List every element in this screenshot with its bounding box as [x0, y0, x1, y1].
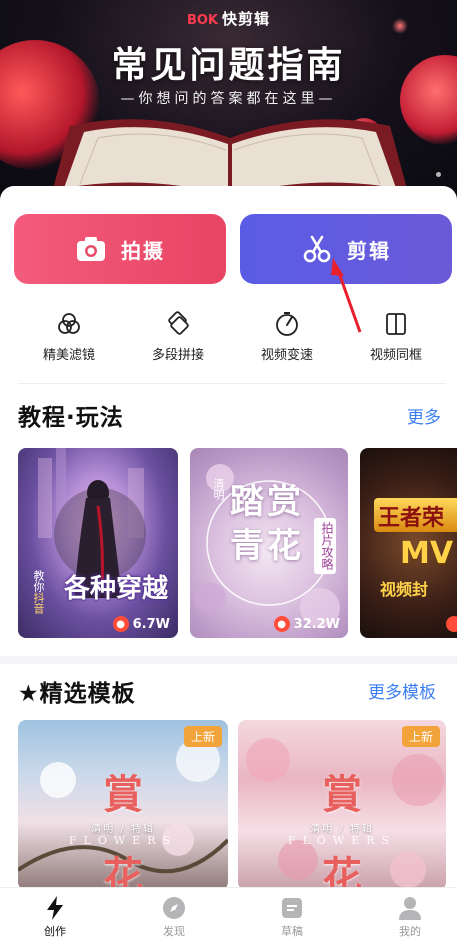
card-title: 各种穿越 [64, 574, 169, 604]
section-separator [0, 656, 457, 664]
speed-icon [273, 310, 301, 338]
view-count: ● 6.7W [112, 616, 170, 632]
tutorials-title: 教程·玩法 [18, 405, 124, 431]
templates-title: ★精选模板 [18, 681, 136, 707]
card-title: 王者荣 [378, 506, 445, 531]
banner-subtitle: —你想问的答案都在这里— [120, 91, 337, 107]
card-subtitle: MV [400, 536, 454, 571]
template-char: 花 [322, 853, 362, 890]
tutorial-card[interactable]: 王者荣 MV 视频封 [360, 448, 457, 638]
tool-label: 精美滤镜 [42, 348, 95, 363]
carousel-indicator [436, 172, 441, 177]
nav-profile[interactable]: 我的 [370, 896, 450, 939]
template-char: 賞 [322, 771, 362, 818]
compass-icon [162, 896, 186, 920]
tool-label: 视频变速 [260, 348, 313, 363]
template-char: 花 [103, 853, 143, 890]
card-tag: 拍片攻略 [314, 518, 336, 574]
template-card[interactable]: 上新 賞 清明 / 特辑 FLOWERS 花 [18, 720, 228, 890]
bottom-nav: 创作 发现 草稿 我的 [0, 887, 457, 941]
brand-name: 快剪辑 [222, 10, 271, 28]
splice-icon [164, 310, 192, 338]
new-badge: 上新 [183, 726, 222, 747]
banner-title: 常见问题指南 [111, 45, 346, 86]
card-caption: 视频封 [380, 580, 429, 599]
tool-speed[interactable]: 视频变速 [237, 310, 337, 363]
template-char: 賞 [103, 771, 143, 818]
nav-label: 我的 [399, 925, 421, 938]
tool-label: 视频同框 [369, 348, 422, 363]
template-card[interactable]: 上新 賞 清明 / 特辑 FLOWERS 花 [238, 720, 446, 890]
flame-icon: ● [112, 616, 129, 632]
draft-icon [280, 896, 304, 920]
card-title: 青花 [230, 526, 304, 566]
nav-label: 发现 [163, 925, 185, 938]
card-title: 踏赏 [230, 482, 304, 522]
tool-label: 多段拼接 [151, 348, 204, 363]
brand: BOK 快剪辑 [0, 8, 457, 29]
divider [18, 383, 446, 384]
split-frame-icon [382, 310, 410, 338]
edit-button[interactable]: 剪辑 [240, 214, 452, 284]
tool-row: 精美滤镜 多段拼接 视频变速 视频同框 [0, 310, 457, 370]
flame-icon: ● [273, 616, 290, 632]
flame-icon [446, 616, 457, 632]
nav-drafts[interactable]: 草稿 [252, 896, 332, 939]
nav-label: 草稿 [281, 925, 303, 938]
shoot-label: 拍摄 [121, 238, 165, 263]
scissors-icon [301, 233, 333, 265]
filter-icon [55, 310, 83, 338]
shoot-button[interactable]: 拍摄 [14, 214, 226, 284]
faq-banner[interactable]: BOK 快剪辑 常见问题指南 —你想问的答案都在这里— [0, 0, 457, 200]
lightning-icon [43, 896, 67, 920]
templates-more-link[interactable]: 更多模板 [368, 678, 436, 703]
nav-label: 创作 [44, 925, 66, 938]
tool-split-frame[interactable]: 视频同框 [346, 310, 446, 363]
nav-create[interactable]: 创作 [15, 896, 95, 939]
tutorial-card[interactable]: 教你抖音 各种穿越 ● 6.7W [18, 448, 178, 638]
template-subtitle: 清明 / 特辑 [310, 824, 374, 835]
tutorial-card[interactable]: 清明 踏赏 青花 拍片攻略 ● 32.2W [190, 448, 348, 638]
template-subtitle: 清明 / 特辑 [91, 824, 155, 835]
view-count: ● 32.2W [273, 616, 340, 632]
profile-icon [398, 896, 422, 920]
tutorials-more-link[interactable]: 更多 [407, 403, 441, 428]
new-badge: 上新 [401, 726, 440, 747]
card-kicker: 教你抖音 [32, 570, 45, 614]
tool-filter[interactable]: 精美滤镜 [19, 310, 119, 363]
card-kicker: 清明 [212, 478, 225, 500]
nav-discover[interactable]: 发现 [134, 896, 214, 939]
camera-icon [75, 233, 107, 265]
brand-logo: BOK [186, 13, 219, 28]
edit-label: 剪辑 [347, 238, 391, 263]
tool-splice[interactable]: 多段拼接 [128, 310, 228, 363]
